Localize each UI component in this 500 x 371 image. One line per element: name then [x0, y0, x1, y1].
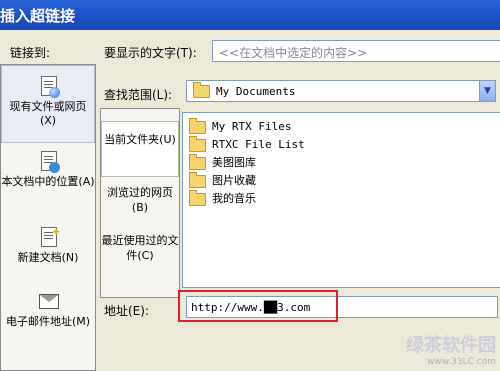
folder-icon	[189, 153, 206, 170]
list-item[interactable]: My RTX Files	[189, 117, 291, 135]
nav-place-in-document[interactable]: 本文档中的位置(A)	[1, 151, 95, 211]
display-text-field[interactable]: <<在文档中选定的内容>>	[212, 40, 500, 62]
nav-label: 现有文件或网页(X)	[9, 100, 87, 127]
nav-existing-file-or-webpage[interactable]: 现有文件或网页(X)	[1, 65, 95, 143]
chevron-down-icon[interactable]: ▼	[479, 81, 495, 101]
folder-icon	[189, 171, 206, 188]
page-anchor-icon	[38, 151, 60, 173]
nav-label: 电子邮件地址(M)	[5, 315, 91, 328]
display-text-label: 要显示的文字(T):	[104, 46, 197, 60]
scope-label: 当前文件夹(U)	[104, 133, 176, 146]
scope-label: 浏览过的网页(B)	[107, 186, 173, 214]
page-globe-icon	[38, 76, 60, 98]
title-bar: 插入超链接	[0, 0, 500, 30]
scope-current-folder[interactable]: 当前文件夹(U)	[101, 121, 179, 177]
new-doc-icon: ✦	[38, 225, 61, 249]
email-icon	[38, 291, 59, 313]
highlight-box	[178, 290, 338, 322]
look-in-label: 查找范围(L):	[104, 88, 173, 102]
display-text-value: <<在文档中选定的内容>>	[219, 46, 368, 60]
window-title: 插入超链接	[0, 7, 76, 25]
scope-recent-files[interactable]: 最近使用过的文件(C)	[101, 233, 179, 285]
look-in-dropdown[interactable]: My Documents ▼	[186, 80, 496, 102]
folder-icon	[189, 117, 206, 134]
look-in-value: My Documents	[216, 85, 296, 98]
scope-browsed-pages[interactable]: 浏览过的网页(B)	[101, 185, 179, 225]
list-item[interactable]: 美图图库	[189, 153, 256, 171]
address-label: 地址(E):	[104, 304, 149, 318]
folder-icon	[189, 189, 206, 206]
nav-label: 新建文档(N)	[17, 251, 79, 264]
nav-email-address[interactable]: 电子邮件地址(M)	[1, 291, 95, 351]
link-to-panel: 现有文件或网页(X) 本文档中的位置(A) ✦ 新建文档(N) 电子邮件地址(M…	[0, 64, 96, 371]
scope-panel: 当前文件夹(U) 浏览过的网页(B) 最近使用过的文件(C)	[100, 108, 180, 298]
list-item[interactable]: 图片收藏	[189, 171, 256, 189]
link-to-label: 链接到:	[10, 46, 51, 60]
file-list[interactable]: My RTX Files RTXC File List 美图图库 图片收藏 我的…	[182, 112, 500, 288]
watermark: 绿茶软件园 www.33LC.com	[406, 335, 496, 367]
scope-label: 最近使用过的文件(C)	[101, 234, 179, 262]
nav-label: 本文档中的位置(A)	[1, 175, 95, 188]
list-item[interactable]: 我的音乐	[189, 189, 256, 207]
folder-icon	[193, 82, 210, 98]
list-item[interactable]: RTXC File List	[189, 135, 305, 153]
nav-create-new-document[interactable]: ✦ 新建文档(N)	[1, 225, 95, 277]
folder-icon	[189, 135, 206, 152]
